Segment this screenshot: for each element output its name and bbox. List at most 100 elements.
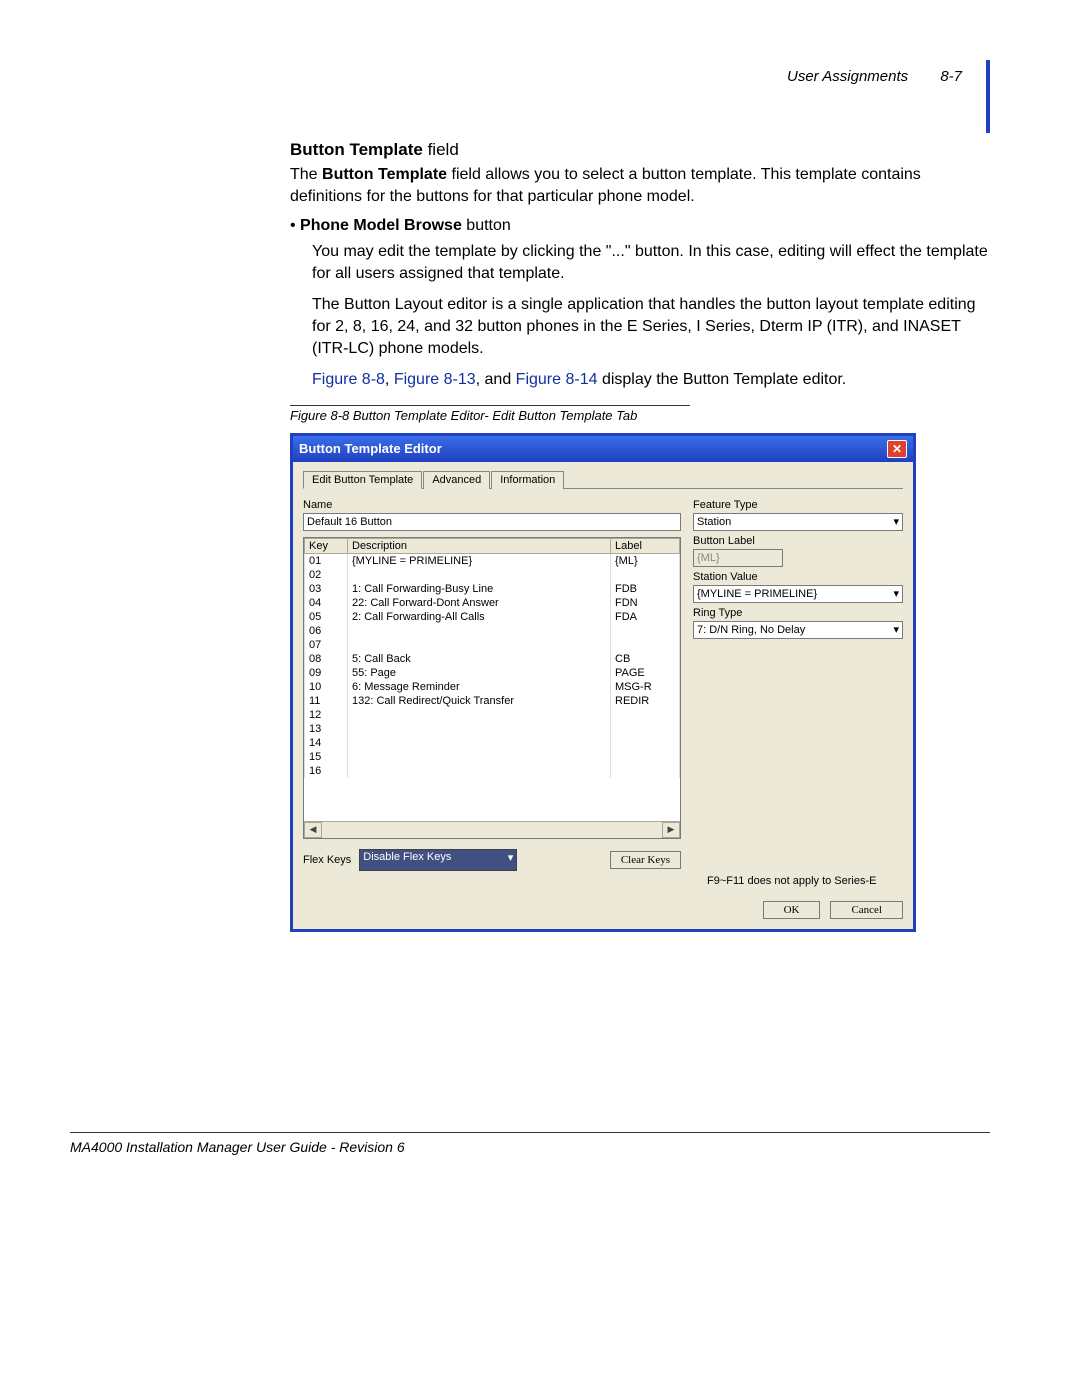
cell-key: 01: [305, 553, 348, 568]
dialog-title: Button Template Editor: [299, 441, 442, 456]
button-template-editor-dialog: Button Template Editor ✕ Edit Button Tem…: [290, 433, 916, 932]
cell-label: [611, 624, 680, 638]
cell-description: [348, 722, 611, 736]
cell-key: 04: [305, 596, 348, 610]
cell-label: [611, 764, 680, 778]
dialog-titlebar: Button Template Editor ✕: [293, 436, 913, 462]
button-label-label: Button Label: [693, 535, 903, 547]
cell-label: MSG-R: [611, 680, 680, 694]
cell-key: 06: [305, 624, 348, 638]
table-row[interactable]: 14: [305, 736, 680, 750]
feature-type-label: Feature Type: [693, 499, 903, 511]
ok-button[interactable]: OK: [763, 901, 821, 919]
paragraph-2: You may edit the template by clicking th…: [312, 241, 990, 284]
cell-key: 02: [305, 568, 348, 582]
cell-key: 15: [305, 750, 348, 764]
table-row[interactable]: 02: [305, 568, 680, 582]
cell-description: 1: Call Forwarding-Busy Line: [348, 582, 611, 596]
figure-ref-8-13[interactable]: Figure 8-13: [394, 371, 476, 388]
keys-table[interactable]: Key Description Label 01{MYLINE = PRIMEL…: [303, 537, 681, 839]
ring-type-select[interactable]: 7: D/N Ring, No Delay▾: [693, 621, 903, 639]
horizontal-scrollbar[interactable]: ◀ ▶: [304, 821, 680, 838]
cell-label: {ML}: [611, 553, 680, 568]
cell-label: [611, 722, 680, 736]
figure-rule: [290, 405, 690, 406]
cell-label: [611, 750, 680, 764]
paragraph-1: The Button Template field allows you to …: [290, 164, 990, 207]
page-footer: MA4000 Installation Manager User Guide -…: [70, 1132, 990, 1155]
cell-description: [348, 750, 611, 764]
cell-description: [348, 568, 611, 582]
dialog-tabs: Edit Button Template Advanced Informatio…: [303, 470, 903, 489]
cell-label: [611, 568, 680, 582]
name-label: Name: [303, 499, 681, 511]
cell-description: [348, 764, 611, 778]
table-row[interactable]: 07: [305, 638, 680, 652]
tab-advanced[interactable]: Advanced: [423, 471, 490, 489]
station-value-select[interactable]: {MYLINE = PRIMELINE}▾: [693, 585, 903, 603]
figure-ref-8-14[interactable]: Figure 8-14: [516, 371, 598, 388]
cell-label: FDB: [611, 582, 680, 596]
scroll-left-icon[interactable]: ◀: [304, 822, 322, 838]
col-key[interactable]: Key: [305, 538, 348, 553]
cell-key: 12: [305, 708, 348, 722]
table-row[interactable]: 16: [305, 764, 680, 778]
table-row[interactable]: 01{MYLINE = PRIMELINE}{ML}: [305, 553, 680, 568]
cell-key: 10: [305, 680, 348, 694]
cell-key: 14: [305, 736, 348, 750]
header-section: User Assignments: [787, 68, 908, 85]
clear-keys-button[interactable]: Clear Keys: [610, 851, 681, 869]
cell-description: [348, 624, 611, 638]
cell-key: 09: [305, 666, 348, 680]
cancel-button[interactable]: Cancel: [830, 901, 903, 919]
table-row[interactable]: 11132: Call Redirect/Quick TransferREDIR: [305, 694, 680, 708]
scroll-right-icon[interactable]: ▶: [662, 822, 680, 838]
name-input[interactable]: [303, 513, 681, 531]
table-row[interactable]: 031: Call Forwarding-Busy LineFDB: [305, 582, 680, 596]
cell-key: 16: [305, 764, 348, 778]
table-row[interactable]: 052: Call Forwarding-All CallsFDA: [305, 610, 680, 624]
page-header: User Assignments 8-7: [787, 60, 990, 133]
figure-caption: Figure 8-8 Button Template Editor- Edit …: [290, 408, 990, 423]
table-row[interactable]: 106: Message ReminderMSG-R: [305, 680, 680, 694]
table-row[interactable]: 15: [305, 750, 680, 764]
cell-description: 132: Call Redirect/Quick Transfer: [348, 694, 611, 708]
cell-label: CB: [611, 652, 680, 666]
table-row[interactable]: 0955: PagePAGE: [305, 666, 680, 680]
figure-ref-8-8[interactable]: Figure 8-8: [312, 371, 385, 388]
cell-key: 03: [305, 582, 348, 596]
flex-keys-label: Flex Keys: [303, 854, 351, 866]
cell-description: 2: Call Forwarding-All Calls: [348, 610, 611, 624]
button-label-input[interactable]: [693, 549, 783, 567]
cell-label: PAGE: [611, 666, 680, 680]
table-row[interactable]: 085: Call BackCB: [305, 652, 680, 666]
cell-label: [611, 708, 680, 722]
cell-key: 11: [305, 694, 348, 708]
col-description[interactable]: Description: [348, 538, 611, 553]
station-value-label: Station Value: [693, 571, 903, 583]
header-page: 8-7: [940, 68, 962, 85]
paragraph-4: Figure 8-8, Figure 8-13, and Figure 8-14…: [312, 369, 990, 391]
table-row[interactable]: 12: [305, 708, 680, 722]
cell-key: 05: [305, 610, 348, 624]
cell-label: FDN: [611, 596, 680, 610]
cell-description: 55: Page: [348, 666, 611, 680]
table-row[interactable]: 06: [305, 624, 680, 638]
flex-keys-select[interactable]: Disable Flex Keys ▾: [359, 849, 517, 871]
cell-description: 6: Message Reminder: [348, 680, 611, 694]
ring-type-label: Ring Type: [693, 607, 903, 619]
cell-description: 22: Call Forward-Dont Answer: [348, 596, 611, 610]
tab-information[interactable]: Information: [491, 471, 564, 489]
cell-label: [611, 736, 680, 750]
cell-key: 08: [305, 652, 348, 666]
table-row[interactable]: 13: [305, 722, 680, 736]
close-icon[interactable]: ✕: [887, 440, 907, 458]
tab-edit-button-template[interactable]: Edit Button Template: [303, 471, 422, 489]
table-row[interactable]: 0422: Call Forward-Dont AnswerFDN: [305, 596, 680, 610]
paragraph-3: The Button Layout editor is a single app…: [312, 294, 990, 359]
col-label[interactable]: Label: [611, 538, 680, 553]
feature-type-select[interactable]: Station▾: [693, 513, 903, 531]
cell-description: [348, 708, 611, 722]
cell-label: FDA: [611, 610, 680, 624]
section-title: Button Template field: [290, 140, 990, 160]
